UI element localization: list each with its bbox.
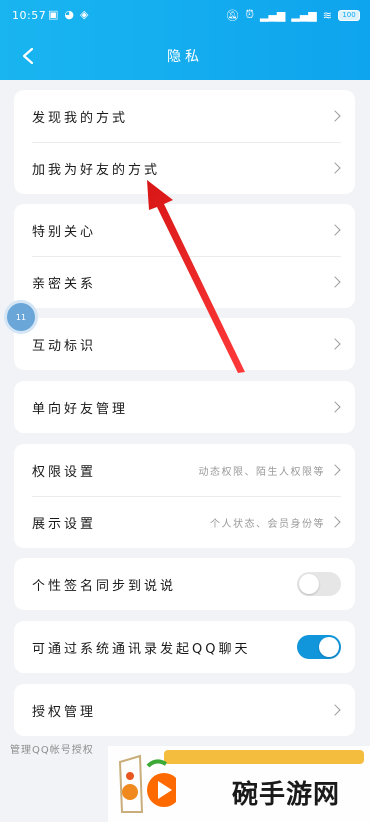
row-intimate-relations[interactable]: 亲密关系 bbox=[14, 256, 355, 308]
chevron-right-icon bbox=[329, 464, 341, 476]
settings-card-relations: 特别关心 亲密关系 bbox=[14, 204, 355, 308]
chevron-right-icon bbox=[329, 110, 341, 122]
hd-signal-icon: ▂▄▆ bbox=[260, 8, 286, 22]
chevron-right-icon bbox=[329, 401, 341, 413]
row-signature-sync: 个性签名同步到说说 bbox=[14, 558, 355, 610]
chevron-right-icon bbox=[329, 704, 341, 716]
toggle-knob bbox=[299, 574, 319, 594]
row-label: 展示设置 bbox=[32, 516, 97, 532]
hd-signal-icon: ▂▄▆ bbox=[291, 8, 317, 22]
settings-card-signature-sync: 个性签名同步到说说 bbox=[14, 558, 355, 610]
watermark-logo-icon bbox=[118, 754, 176, 813]
signature-sync-toggle[interactable] bbox=[297, 572, 341, 596]
row-contacts-chat: 可通过系统通讯录发起QQ聊天 bbox=[14, 621, 355, 673]
cat-icon: ◕ bbox=[64, 8, 75, 21]
chevron-right-icon bbox=[329, 276, 341, 288]
settings-card-permissions: 权限设置 动态权限、陌生人权限等 展示设置 个人状态、会员身份等 bbox=[14, 444, 355, 548]
site-watermark: 碗手游网 bbox=[108, 746, 370, 822]
watermark-text: 碗手游网 bbox=[232, 780, 341, 810]
row-discovery-methods[interactable]: 发现我的方式 bbox=[14, 90, 355, 142]
row-label: 特别关心 bbox=[32, 224, 97, 240]
row-display-settings[interactable]: 展示设置 个人状态、会员身份等 bbox=[14, 496, 355, 548]
row-label: 个性签名同步到说说 bbox=[32, 578, 177, 594]
row-label: 单向好友管理 bbox=[32, 401, 129, 417]
status-bar: 10:57 ▣ ◕ ◈ 🔕︎ ⏰︎ ▂▄▆ ▂▄▆ ≋ 100 bbox=[0, 0, 370, 34]
mute-icon: 🔕︎ bbox=[225, 8, 240, 22]
settings-card-interaction: 互动标识 bbox=[14, 318, 355, 370]
chevron-right-icon bbox=[329, 224, 341, 236]
status-time: 10:57 bbox=[12, 9, 47, 22]
row-label: 可通过系统通讯录发起QQ聊天 bbox=[32, 641, 251, 657]
settings-card-authorization: 授权管理 bbox=[14, 684, 355, 736]
row-hint: 动态权限、陌生人权限等 bbox=[198, 466, 325, 478]
bubble-label: 11 bbox=[15, 312, 27, 322]
settings-card-discovery: 发现我的方式 加我为好友的方式 bbox=[14, 90, 355, 194]
contacts-chat-toggle[interactable] bbox=[297, 635, 341, 659]
chevron-right-icon bbox=[329, 516, 341, 528]
row-permission-settings[interactable]: 权限设置 动态权限、陌生人权限等 bbox=[14, 444, 355, 496]
row-label: 发现我的方式 bbox=[32, 110, 129, 126]
row-label: 加我为好友的方式 bbox=[32, 162, 161, 178]
battery-icon: 100 bbox=[338, 9, 360, 21]
alarm-icon: ⏰︎ bbox=[245, 8, 254, 21]
row-authorization-management[interactable]: 授权管理 bbox=[14, 684, 355, 736]
row-label: 权限设置 bbox=[32, 464, 97, 480]
status-right-icons: 🔕︎ ⏰︎ ▂▄▆ ▂▄▆ ≋ 100 bbox=[225, 8, 360, 22]
row-interaction-badges[interactable]: 互动标识 bbox=[14, 318, 355, 370]
authorization-footnote: 管理QQ帐号授权 bbox=[10, 745, 94, 756]
row-hint: 个人状态、会员身份等 bbox=[210, 518, 325, 530]
row-label: 授权管理 bbox=[32, 704, 97, 720]
chevron-right-icon bbox=[329, 162, 341, 174]
status-left-icons: ▣ ◕ ◈ bbox=[48, 8, 88, 21]
page-title: 隐私 bbox=[167, 49, 203, 65]
row-label: 亲密关系 bbox=[32, 276, 97, 292]
row-special-care[interactable]: 特别关心 bbox=[14, 204, 355, 256]
chevron-right-icon bbox=[329, 338, 341, 350]
row-one-way-friends[interactable]: 单向好友管理 bbox=[14, 381, 355, 433]
shield-icon: ◈ bbox=[80, 8, 89, 21]
notification-icon: ▣ bbox=[48, 8, 59, 21]
watermark-strip bbox=[164, 750, 364, 764]
settings-card-oneway: 单向好友管理 bbox=[14, 381, 355, 433]
wifi-icon: ≋ bbox=[322, 8, 332, 22]
row-label: 互动标识 bbox=[32, 338, 97, 354]
floating-assistant-bubble[interactable]: 11 bbox=[4, 300, 38, 334]
toggle-knob bbox=[319, 637, 339, 657]
settings-card-contacts-chat: 可通过系统通讯录发起QQ聊天 bbox=[14, 621, 355, 673]
row-add-friend-methods[interactable]: 加我为好友的方式 bbox=[14, 142, 355, 194]
header-bar: 10:57 ▣ ◕ ◈ 🔕︎ ⏰︎ ▂▄▆ ▂▄▆ ≋ 100 隐私 bbox=[0, 0, 370, 80]
